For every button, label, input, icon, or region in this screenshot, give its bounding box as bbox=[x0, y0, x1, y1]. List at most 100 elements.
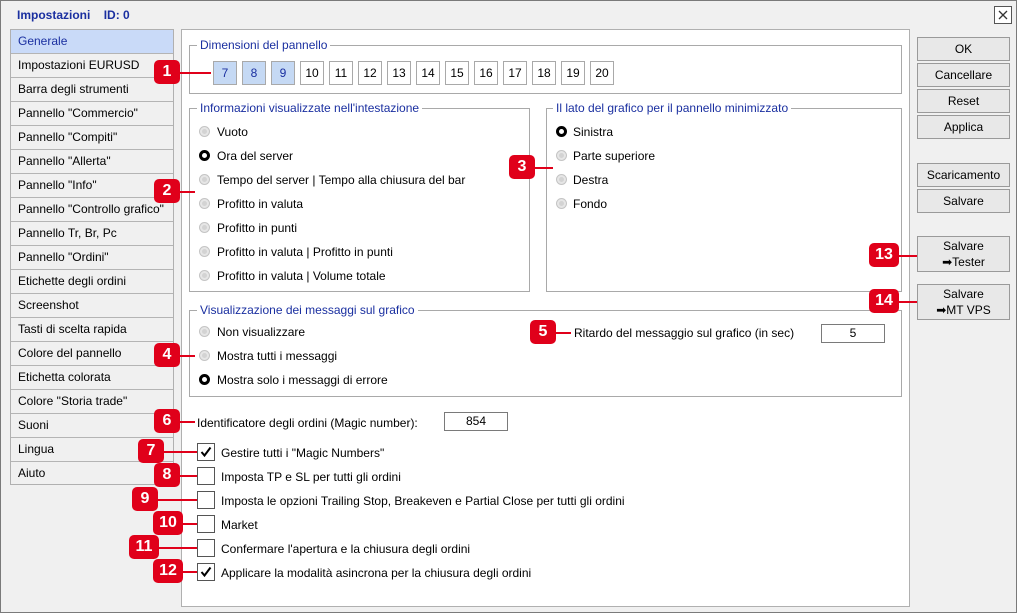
sidebar-item-pannello-controllo-grafico[interactable]: Pannello "Controllo grafico" bbox=[11, 198, 173, 222]
sidebar-item-etichette-ordini[interactable]: Etichette degli ordini bbox=[11, 270, 173, 294]
save-button[interactable]: Salvare bbox=[917, 189, 1010, 213]
sidebar-item-colore-pannello[interactable]: Colore del pannello bbox=[11, 342, 173, 366]
size-option-17[interactable]: 17 bbox=[503, 61, 527, 85]
callout-line-7 bbox=[164, 451, 197, 453]
sidebar-item-pannello-commercio[interactable]: Pannello "Commercio" bbox=[11, 102, 173, 126]
sidebar: Generale Impostazioni EURUSD Barra degli… bbox=[10, 29, 174, 485]
radio-label-vuoto: Vuoto bbox=[217, 125, 248, 139]
sidebar-item-pannello-info[interactable]: Pannello "Info" bbox=[11, 174, 173, 198]
checkbox-label-asincrona: Applicare la modalità asincrona per la c… bbox=[221, 566, 532, 580]
sidebar-item-generale[interactable]: Generale bbox=[11, 30, 173, 54]
size-option-18[interactable]: 18 bbox=[532, 61, 556, 85]
reset-button[interactable]: Reset bbox=[917, 89, 1010, 113]
size-option-10[interactable]: 10 bbox=[300, 61, 324, 85]
callout-badge-13: 13 bbox=[869, 243, 899, 267]
save-vps-button[interactable]: Salvare ➡MT VPS bbox=[917, 284, 1010, 320]
radio-parte-superiore[interactable] bbox=[556, 150, 567, 161]
callout-line-6 bbox=[179, 421, 195, 423]
radio-profitto-valuta-volume[interactable] bbox=[199, 270, 210, 281]
radio-tempo-server-chiusura[interactable] bbox=[199, 174, 210, 185]
checkmark-icon bbox=[200, 566, 212, 578]
settings-window: Impostazioni ID: 0 Generale Impostazioni… bbox=[0, 0, 1017, 613]
checkbox-label-gestire-magic: Gestire tutti i "Magic Numbers" bbox=[221, 446, 385, 460]
download-button[interactable]: Scaricamento bbox=[917, 163, 1010, 187]
sidebar-item-pannello-compiti[interactable]: Pannello "Compiti" bbox=[11, 126, 173, 150]
checkbox-market[interactable] bbox=[197, 515, 215, 533]
callout-badge-4: 4 bbox=[154, 343, 180, 367]
radio-profitto-valuta[interactable] bbox=[199, 198, 210, 209]
message-delay-label: Ritardo del messaggio sul grafico (in se… bbox=[574, 326, 795, 340]
radio-profitto-valuta-punti[interactable] bbox=[199, 246, 210, 257]
size-option-20[interactable]: 20 bbox=[590, 61, 614, 85]
apply-button[interactable]: Applica bbox=[917, 115, 1010, 139]
sidebar-item-screenshot[interactable]: Screenshot bbox=[11, 294, 173, 318]
checkbox-label-trailing-breakeven: Imposta le opzioni Trailing Stop, Breake… bbox=[221, 494, 625, 508]
sidebar-item-barra-strumenti[interactable]: Barra degli strumenti bbox=[11, 78, 173, 102]
size-option-9[interactable]: 9 bbox=[271, 61, 295, 85]
sidebar-item-pannello-ordini[interactable]: Pannello "Ordini" bbox=[11, 246, 173, 270]
save-vps-label-2: ➡MT VPS bbox=[936, 303, 991, 317]
checkbox-confermare[interactable] bbox=[197, 539, 215, 557]
save-vps-label-1: Salvare bbox=[943, 287, 984, 301]
radio-non-visualizzare[interactable] bbox=[199, 326, 210, 337]
size-option-12[interactable]: 12 bbox=[358, 61, 382, 85]
checkbox-asincrona[interactable] bbox=[197, 563, 215, 581]
cancel-button[interactable]: Cancellare bbox=[917, 63, 1010, 87]
radio-label-profitto-valuta: Profitto in valuta bbox=[217, 197, 304, 211]
checkmark-icon bbox=[200, 446, 212, 458]
sidebar-item-pannello-tr-br-pc[interactable]: Pannello Tr, Br, Pc bbox=[11, 222, 173, 246]
size-option-11[interactable]: 11 bbox=[329, 61, 353, 85]
sidebar-item-aiuto[interactable]: Aiuto bbox=[11, 462, 173, 486]
save-tester-label-2: ➡Tester bbox=[942, 255, 985, 269]
sidebar-item-pannello-allerta[interactable]: Pannello "Allerta" bbox=[11, 150, 173, 174]
radio-fondo[interactable] bbox=[556, 198, 567, 209]
sidebar-item-etichetta-colorata[interactable]: Etichetta colorata bbox=[11, 366, 173, 390]
magic-number-input[interactable]: 854 bbox=[444, 412, 508, 431]
callout-badge-10: 10 bbox=[153, 511, 183, 535]
window-title: Impostazioni ID: 0 bbox=[17, 8, 140, 22]
callout-badge-2: 2 bbox=[154, 179, 180, 203]
size-option-7[interactable]: 7 bbox=[213, 61, 237, 85]
sidebar-item-suoni[interactable]: Suoni bbox=[11, 414, 173, 438]
radio-label-profitto-valuta-punti: Profitto in valuta | Profitto in punti bbox=[217, 245, 393, 259]
radio-label-profitto-punti: Profitto in punti bbox=[217, 221, 298, 235]
size-option-16[interactable]: 16 bbox=[474, 61, 498, 85]
sidebar-item-impostazioni-eurusd[interactable]: Impostazioni EURUSD bbox=[11, 54, 173, 78]
ok-button[interactable]: OK bbox=[917, 37, 1010, 61]
radio-label-mostra-errori: Mostra solo i messaggi di errore bbox=[217, 373, 388, 387]
checkbox-imposta-tp-sl[interactable] bbox=[197, 467, 215, 485]
callout-badge-14: 14 bbox=[869, 289, 899, 313]
radio-ora-server[interactable] bbox=[199, 150, 210, 161]
radio-destra[interactable] bbox=[556, 174, 567, 185]
size-option-13[interactable]: 13 bbox=[387, 61, 411, 85]
minimized-side-legend: Il lato del grafico per il pannello mini… bbox=[553, 101, 792, 115]
radio-sinistra[interactable] bbox=[556, 126, 567, 137]
save-tester-label-1: Salvare bbox=[943, 239, 984, 253]
callout-badge-9: 9 bbox=[132, 487, 158, 511]
checkbox-label-imposta-tp-sl: Imposta TP e SL per tutti gli ordini bbox=[221, 470, 401, 484]
radio-label-tempo-server-chiusura: Tempo del server | Tempo alla chiusura d… bbox=[217, 173, 466, 187]
radio-label-non-visualizzare: Non visualizzare bbox=[217, 325, 306, 339]
size-option-15[interactable]: 15 bbox=[445, 61, 469, 85]
radio-label-destra: Destra bbox=[573, 173, 609, 187]
checkbox-trailing-breakeven[interactable] bbox=[197, 491, 215, 509]
size-option-14[interactable]: 14 bbox=[416, 61, 440, 85]
callout-badge-1: 1 bbox=[154, 60, 180, 84]
save-tester-button[interactable]: Salvare ➡Tester bbox=[917, 236, 1010, 272]
sidebar-item-tasti-scelta-rapida[interactable]: Tasti di scelta rapida bbox=[11, 318, 173, 342]
size-option-19[interactable]: 19 bbox=[561, 61, 585, 85]
radio-label-profitto-valuta-volume: Profitto in valuta | Volume totale bbox=[217, 269, 386, 283]
radio-vuoto[interactable] bbox=[199, 126, 210, 137]
radio-label-fondo: Fondo bbox=[573, 197, 608, 211]
callout-badge-8: 8 bbox=[154, 463, 180, 487]
close-button[interactable] bbox=[994, 6, 1012, 24]
callout-badge-6: 6 bbox=[154, 409, 180, 433]
close-icon bbox=[998, 10, 1008, 20]
sidebar-item-colore-storia-trade[interactable]: Colore "Storia trade" bbox=[11, 390, 173, 414]
checkbox-gestire-magic[interactable] bbox=[197, 443, 215, 461]
message-delay-input[interactable]: 5 bbox=[821, 324, 885, 343]
radio-mostra-errori[interactable] bbox=[199, 374, 210, 385]
radio-mostra-tutti[interactable] bbox=[199, 350, 210, 361]
radio-profitto-punti[interactable] bbox=[199, 222, 210, 233]
size-option-8[interactable]: 8 bbox=[242, 61, 266, 85]
